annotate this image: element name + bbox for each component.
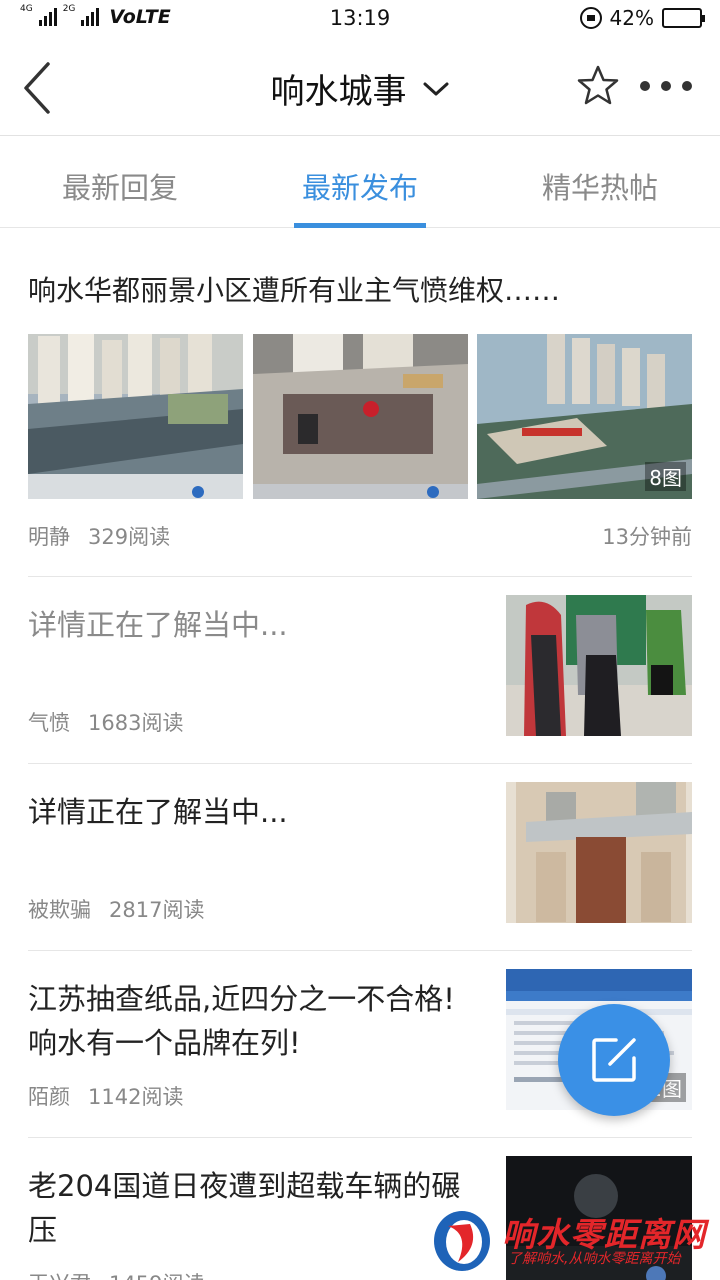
battery-percent: 42%	[609, 6, 654, 30]
more-icon-dot	[661, 81, 671, 91]
tab-featured[interactable]: 精华热帖	[480, 137, 720, 227]
post-author: 气愤	[28, 711, 70, 735]
more-icon-dot	[682, 81, 692, 91]
post-image[interactable]	[506, 782, 692, 923]
status-bar: 4G 2G VoLTE 13:19 42%	[0, 0, 720, 40]
post-author: 陌颜	[28, 1085, 70, 1109]
tab-latest-publish[interactable]: 最新发布	[240, 137, 480, 228]
post-meta: 陌颜 1142阅读	[28, 1081, 183, 1111]
post-author: 王兴君	[28, 1272, 91, 1280]
post-title: 详情正在了解当中...	[28, 795, 288, 829]
post-item[interactable]: 详情正在了解当中... 被欺骗 2817阅读	[28, 764, 692, 951]
post-reads: 329阅读	[88, 525, 171, 549]
post-reads: 2817阅读	[109, 898, 205, 922]
app-header: 响水城事	[0, 40, 720, 136]
favorite-button[interactable]	[576, 64, 620, 108]
post-meta: 明静 329阅读	[28, 521, 170, 551]
post-thumbnails: 8图	[28, 334, 692, 499]
compose-button[interactable]	[558, 1004, 670, 1116]
post-item[interactable]: 响水华都丽景小区遭所有业主气愤维权…… 8图 明静 329阅读 13分钟前	[28, 229, 692, 577]
page-title: 响水城事	[270, 72, 407, 112]
image-count-badge: 8图	[645, 462, 686, 491]
post-meta: 气愤 1683阅读	[28, 707, 183, 737]
tab-latest-reply[interactable]: 最新回复	[0, 137, 240, 227]
battery-icon	[662, 8, 705, 28]
post-author: 被欺骗	[28, 898, 91, 922]
rotation-lock-icon	[579, 7, 602, 29]
post-image[interactable]	[252, 334, 468, 499]
chevron-down-icon	[423, 82, 449, 95]
post-author: 明静	[28, 525, 70, 549]
post-image[interactable]	[506, 595, 692, 736]
post-meta: 王兴君 1459阅读	[28, 1268, 204, 1280]
status-right: 42%	[579, 6, 705, 30]
watermark-slogan: 了解响水,从响水零距离开始	[508, 1251, 681, 1267]
post-item[interactable]: 详情正在了解当中... 气愤 1683阅读	[28, 577, 692, 764]
post-time: 13分钟前	[602, 525, 692, 549]
tab-bar: 最新回复 最新发布 精华热帖	[0, 137, 720, 228]
compose-icon	[592, 1038, 636, 1082]
more-button[interactable]	[640, 74, 692, 98]
watermark: 响水零距离网 了解响水,从响水零距离开始	[430, 1204, 720, 1280]
post-image[interactable]	[28, 334, 243, 499]
post-reads: 1459阅读	[109, 1272, 204, 1280]
post-title: 详情正在了解当中...	[28, 608, 288, 642]
post-reads: 1683阅读	[88, 711, 184, 735]
post-meta: 被欺骗 2817阅读	[28, 894, 204, 924]
star-icon	[577, 65, 619, 105]
post-reads: 1142阅读	[88, 1085, 184, 1109]
post-feed: 响水华都丽景小区遭所有业主气愤维权…… 8图 明静 329阅读 13分钟前 详情…	[28, 229, 692, 1280]
post-title: 响水华都丽景小区遭所有业主气愤维权……	[28, 274, 561, 307]
watermark-logo	[434, 1211, 490, 1271]
post-image[interactable]: 8图	[477, 334, 692, 499]
post-title: 江苏抽查纸品,近四分之一不合格!响水有一个品牌在列!	[28, 982, 455, 1060]
post-title: 老204国道日夜遭到超载车辆的碾压	[28, 1169, 461, 1247]
more-icon-dot	[640, 81, 650, 91]
